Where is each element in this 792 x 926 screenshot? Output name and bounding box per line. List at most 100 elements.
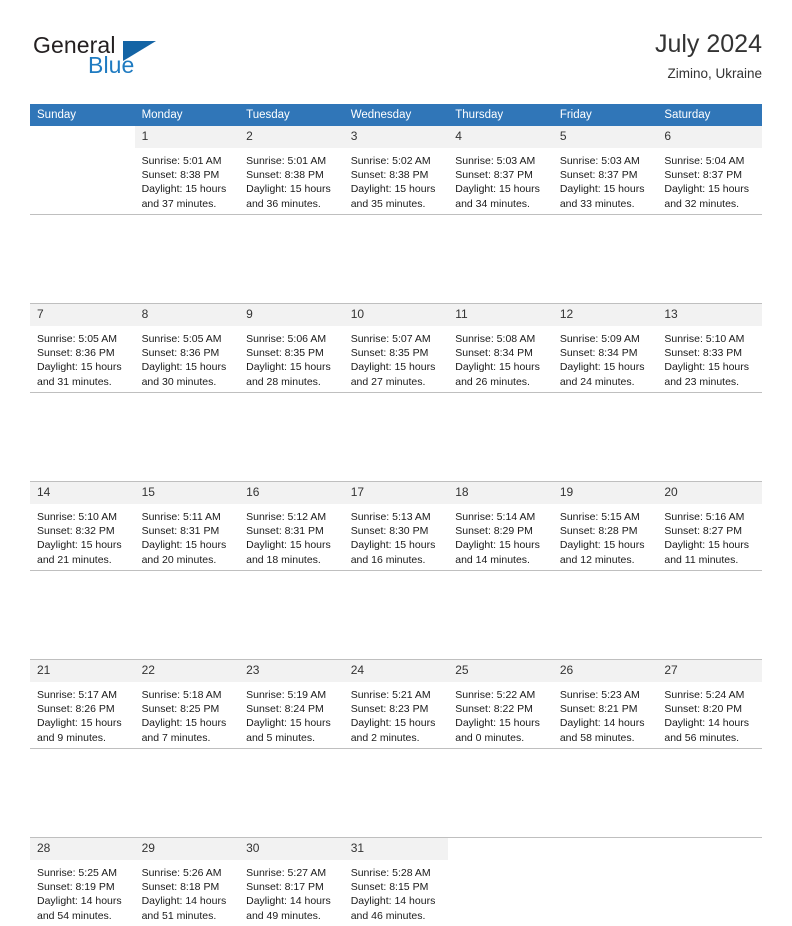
day-details: Sunrise: 5:18 AMSunset: 8:25 PMDaylight:… — [135, 682, 240, 745]
calendar-day-cell[interactable]: 16Sunrise: 5:12 AMSunset: 8:31 PMDayligh… — [239, 482, 344, 571]
calendar-day-cell[interactable]: 12Sunrise: 5:09 AMSunset: 8:34 PMDayligh… — [553, 304, 658, 393]
daylight-text-line1: Daylight: 15 hours — [351, 716, 443, 730]
sunrise-text: Sunrise: 5:09 AM — [560, 332, 652, 346]
day-number — [30, 126, 135, 148]
sunset-text: Sunset: 8:24 PM — [246, 702, 338, 716]
day-number: 10 — [344, 304, 449, 326]
sunset-text: Sunset: 8:19 PM — [37, 880, 129, 894]
daylight-text-line1: Daylight: 14 hours — [664, 716, 756, 730]
daylight-text-line2: and 26 minutes. — [455, 375, 547, 389]
calendar-day-cell[interactable]: 17Sunrise: 5:13 AMSunset: 8:30 PMDayligh… — [344, 482, 449, 571]
sunrise-text: Sunrise: 5:04 AM — [664, 154, 756, 168]
calendar-day-cell[interactable]: 1Sunrise: 5:01 AMSunset: 8:38 PMDaylight… — [135, 126, 240, 215]
sunset-text: Sunset: 8:29 PM — [455, 524, 547, 538]
calendar-day-cell[interactable]: 27Sunrise: 5:24 AMSunset: 8:20 PMDayligh… — [657, 660, 762, 749]
calendar-day-cell[interactable]: 21Sunrise: 5:17 AMSunset: 8:26 PMDayligh… — [30, 660, 135, 749]
sunrise-text: Sunrise: 5:26 AM — [142, 866, 234, 880]
day-details: Sunrise: 5:07 AMSunset: 8:35 PMDaylight:… — [344, 326, 449, 389]
daylight-text-line2: and 46 minutes. — [351, 909, 443, 923]
calendar-day-cell[interactable]: 31Sunrise: 5:28 AMSunset: 8:15 PMDayligh… — [344, 838, 449, 926]
calendar-day-cell[interactable]: 2Sunrise: 5:01 AMSunset: 8:38 PMDaylight… — [239, 126, 344, 215]
sunrise-text: Sunrise: 5:07 AM — [351, 332, 443, 346]
calendar-day-cell[interactable]: 13Sunrise: 5:10 AMSunset: 8:33 PMDayligh… — [657, 304, 762, 393]
calendar-day-cell[interactable]: 7Sunrise: 5:05 AMSunset: 8:36 PMDaylight… — [30, 304, 135, 393]
day-details: Sunrise: 5:22 AMSunset: 8:22 PMDaylight:… — [448, 682, 553, 745]
calendar-day-cell[interactable]: 14Sunrise: 5:10 AMSunset: 8:32 PMDayligh… — [30, 482, 135, 571]
day-number: 20 — [657, 482, 762, 504]
sunrise-text: Sunrise: 5:15 AM — [560, 510, 652, 524]
day-number: 8 — [135, 304, 240, 326]
calendar-day-cell[interactable]: 3Sunrise: 5:02 AMSunset: 8:38 PMDaylight… — [344, 126, 449, 215]
calendar-body: 1Sunrise: 5:01 AMSunset: 8:38 PMDaylight… — [30, 126, 762, 926]
day-details: Sunrise: 5:26 AMSunset: 8:18 PMDaylight:… — [135, 860, 240, 923]
day-number: 30 — [239, 838, 344, 860]
day-number: 17 — [344, 482, 449, 504]
day-number: 15 — [135, 482, 240, 504]
daylight-text-line2: and 37 minutes. — [142, 197, 234, 211]
calendar-day-cell[interactable]: 10Sunrise: 5:07 AMSunset: 8:35 PMDayligh… — [344, 304, 449, 393]
daylight-text-line2: and 0 minutes. — [455, 731, 547, 745]
sunrise-text: Sunrise: 5:18 AM — [142, 688, 234, 702]
calendar-day-cell[interactable]: 4Sunrise: 5:03 AMSunset: 8:37 PMDaylight… — [448, 126, 553, 215]
calendar-day-cell[interactable]: 23Sunrise: 5:19 AMSunset: 8:24 PMDayligh… — [239, 660, 344, 749]
calendar-table: Sunday Monday Tuesday Wednesday Thursday… — [30, 104, 762, 926]
day-details: Sunrise: 5:27 AMSunset: 8:17 PMDaylight:… — [239, 860, 344, 923]
week-spacer — [30, 571, 762, 660]
daylight-text-line1: Daylight: 15 hours — [37, 538, 129, 552]
calendar-day-cell[interactable]: 11Sunrise: 5:08 AMSunset: 8:34 PMDayligh… — [448, 304, 553, 393]
weekday-header-friday: Friday — [553, 104, 658, 126]
daylight-text-line2: and 51 minutes. — [142, 909, 234, 923]
daylight-text-line1: Daylight: 14 hours — [560, 716, 652, 730]
sunset-text: Sunset: 8:34 PM — [455, 346, 547, 360]
day-number: 1 — [135, 126, 240, 148]
daylight-text-line1: Daylight: 15 hours — [455, 716, 547, 730]
calendar-day-cell[interactable]: 9Sunrise: 5:06 AMSunset: 8:35 PMDaylight… — [239, 304, 344, 393]
calendar-day-cell[interactable]: 6Sunrise: 5:04 AMSunset: 8:37 PMDaylight… — [657, 126, 762, 215]
calendar-week-row: 14Sunrise: 5:10 AMSunset: 8:32 PMDayligh… — [30, 482, 762, 571]
page-header: General Blue July 2024 Zimino, Ukraine — [30, 28, 762, 90]
calendar-day-cell[interactable]: 28Sunrise: 5:25 AMSunset: 8:19 PMDayligh… — [30, 838, 135, 926]
day-number: 19 — [553, 482, 658, 504]
sunset-text: Sunset: 8:25 PM — [142, 702, 234, 716]
daylight-text-line1: Daylight: 15 hours — [560, 360, 652, 374]
daylight-text-line1: Daylight: 15 hours — [246, 182, 338, 196]
sunset-text: Sunset: 8:15 PM — [351, 880, 443, 894]
daylight-text-line2: and 32 minutes. — [664, 197, 756, 211]
sunrise-text: Sunrise: 5:12 AM — [246, 510, 338, 524]
calendar-day-cell[interactable]: 8Sunrise: 5:05 AMSunset: 8:36 PMDaylight… — [135, 304, 240, 393]
calendar-day-cell[interactable]: 22Sunrise: 5:18 AMSunset: 8:25 PMDayligh… — [135, 660, 240, 749]
calendar-header-row: Sunday Monday Tuesday Wednesday Thursday… — [30, 104, 762, 126]
daylight-text-line2: and 31 minutes. — [37, 375, 129, 389]
day-number — [448, 838, 553, 860]
calendar-day-cell[interactable]: 29Sunrise: 5:26 AMSunset: 8:18 PMDayligh… — [135, 838, 240, 926]
brand-name-blue: Blue — [88, 52, 134, 78]
sunrise-text: Sunrise: 5:10 AM — [37, 510, 129, 524]
day-number: 4 — [448, 126, 553, 148]
day-number: 14 — [30, 482, 135, 504]
sunset-text: Sunset: 8:36 PM — [142, 346, 234, 360]
daylight-text-line1: Daylight: 14 hours — [37, 894, 129, 908]
sunrise-text: Sunrise: 5:01 AM — [246, 154, 338, 168]
sunset-text: Sunset: 8:17 PM — [246, 880, 338, 894]
calendar-cell-empty — [553, 838, 658, 926]
sunset-text: Sunset: 8:27 PM — [664, 524, 756, 538]
calendar-day-cell[interactable]: 5Sunrise: 5:03 AMSunset: 8:37 PMDaylight… — [553, 126, 658, 215]
calendar-day-cell[interactable]: 25Sunrise: 5:22 AMSunset: 8:22 PMDayligh… — [448, 660, 553, 749]
daylight-text-line2: and 54 minutes. — [37, 909, 129, 923]
calendar-day-cell[interactable]: 26Sunrise: 5:23 AMSunset: 8:21 PMDayligh… — [553, 660, 658, 749]
brand-logo[interactable]: General Blue — [30, 32, 290, 88]
daylight-text-line1: Daylight: 15 hours — [351, 538, 443, 552]
day-details: Sunrise: 5:10 AMSunset: 8:32 PMDaylight:… — [30, 504, 135, 567]
calendar-day-cell[interactable]: 30Sunrise: 5:27 AMSunset: 8:17 PMDayligh… — [239, 838, 344, 926]
calendar-day-cell[interactable]: 19Sunrise: 5:15 AMSunset: 8:28 PMDayligh… — [553, 482, 658, 571]
calendar-day-cell[interactable]: 15Sunrise: 5:11 AMSunset: 8:31 PMDayligh… — [135, 482, 240, 571]
calendar-day-cell[interactable]: 20Sunrise: 5:16 AMSunset: 8:27 PMDayligh… — [657, 482, 762, 571]
sunset-text: Sunset: 8:31 PM — [246, 524, 338, 538]
calendar-day-cell[interactable]: 24Sunrise: 5:21 AMSunset: 8:23 PMDayligh… — [344, 660, 449, 749]
day-details: Sunrise: 5:23 AMSunset: 8:21 PMDaylight:… — [553, 682, 658, 745]
daylight-text-line1: Daylight: 15 hours — [455, 538, 547, 552]
week-spacer-cell — [30, 749, 762, 838]
sunrise-text: Sunrise: 5:06 AM — [246, 332, 338, 346]
calendar-day-cell[interactable]: 18Sunrise: 5:14 AMSunset: 8:29 PMDayligh… — [448, 482, 553, 571]
daylight-text-line2: and 33 minutes. — [560, 197, 652, 211]
